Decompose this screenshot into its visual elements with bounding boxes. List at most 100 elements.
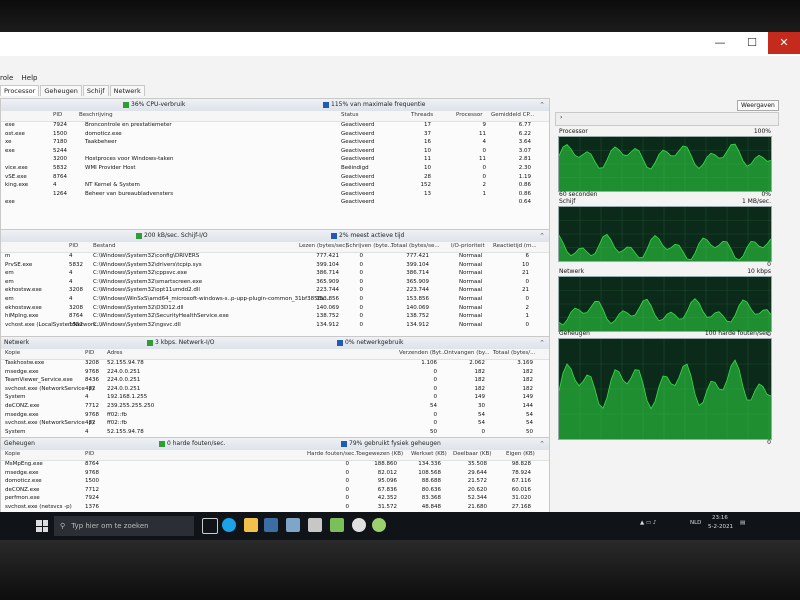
- table-row[interactable]: vchost.exe (LocalSystemNetwork... 1552 C:\…: [1, 322, 549, 331]
- table-row[interactable]: perfmon.exe 7924 0 42.352 83.368 52.344 31.020: [1, 495, 549, 504]
- col-address[interactable]: Adres: [107, 350, 123, 356]
- col-pid[interactable]: PID: [85, 451, 94, 457]
- table-row[interactable]: king.exe 4 NT Kernel & System Geactiveerd 15…: [1, 182, 549, 191]
- resource-monitor-icon[interactable]: [372, 518, 386, 532]
- table-row[interactable]: Taskhostw.exe 3208 52.155.94.78 1.106 2.062 3…: [1, 360, 549, 369]
- table-row[interactable]: hiMpIng.exe 8764 C:\Windows\System32\Secur…: [1, 313, 549, 322]
- collapse-arrow-icon[interactable]: ⌃: [539, 438, 545, 450]
- table-row[interactable]: m 4 C:\Windows\System32\config\DRIVERS 777.…: [1, 253, 549, 262]
- col-send[interactable]: Verzenden (Byt...: [399, 350, 446, 356]
- language-indicator[interactable]: NLD: [690, 520, 701, 526]
- table-row[interactable]: deCONZ.exe 7712 239.255.255.250 54 30 144: [1, 403, 549, 412]
- table-row[interactable]: svchost.exe (NetworkService -p) 472 ff02::…: [1, 420, 549, 429]
- table-row[interactable]: svchost.exe (netsvcs -p) 1376 0 31.572 48.84…: [1, 504, 549, 512]
- table-row[interactable]: 3200 Hostproces voor Windows-taken Geactiv…: [1, 156, 549, 165]
- tab-memory[interactable]: Geheugen: [40, 85, 82, 96]
- tab-processor[interactable]: Processor: [0, 85, 40, 96]
- memory-panel-header[interactable]: Geheugen 0 harde fouten/sec. 79% gebruik…: [1, 438, 549, 450]
- col-threads[interactable]: Threads: [411, 112, 433, 118]
- clock-time[interactable]: 23:16: [712, 515, 728, 521]
- app-icon[interactable]: [352, 518, 366, 532]
- table-row[interactable]: deCONZ.exe 7712 0 67.836 80.636 20.620 60.016: [1, 487, 549, 496]
- table-row[interactable]: svchost.exe (NetworkService -p) 472 224.0.…: [1, 386, 549, 395]
- col-write[interactable]: Schrijven (byte...: [346, 243, 393, 249]
- expand-arrow-icon[interactable]: ›: [560, 114, 562, 121]
- search-box[interactable]: ⚲ Typ hier om te zoeken: [54, 516, 194, 536]
- col-pid[interactable]: PID: [53, 112, 62, 118]
- col-receive[interactable]: Ontvangen (by...: [444, 350, 490, 356]
- collapse-arrow-icon[interactable]: ⌃: [539, 99, 545, 111]
- table-row[interactable]: exe 7924 Broncontrole en prestatiemeter Gea…: [1, 122, 549, 131]
- cell-prio: Normaal: [459, 261, 483, 268]
- table-row[interactable]: 1264 Beheer van bureaubladvensters Geactiv…: [1, 191, 549, 200]
- tab-network[interactable]: Netwerk: [109, 85, 145, 96]
- disk-panel-header[interactable]: 200 kB/sec. Schijf-I/O 2% meest actieve …: [1, 230, 549, 242]
- table-row[interactable]: ost.exe 1500 domoticz.exe Geactiveerd 37 11 6.…: [1, 131, 549, 140]
- views-button[interactable]: Weergaven: [737, 100, 779, 111]
- app-icon[interactable]: [308, 518, 322, 532]
- clock-date[interactable]: 5-2-2021: [708, 524, 733, 530]
- notification-icon[interactable]: ▤: [740, 520, 745, 526]
- graph-pane-header[interactable]: ›: [555, 112, 779, 126]
- table-row[interactable]: ekhostsw.exe 3208 C:\Windows\System32\opt1…: [1, 287, 549, 296]
- table-row[interactable]: vSE.exe 8764 Geactiveerd 28 0 1.19: [1, 174, 549, 183]
- cell-addr: ff02::fb: [107, 420, 127, 427]
- col-response-time[interactable]: Reactietijd (m...: [493, 243, 537, 249]
- app-icon[interactable]: [286, 518, 300, 532]
- col-shareable[interactable]: Deelbaar (KB): [453, 451, 491, 457]
- store-icon[interactable]: [264, 518, 278, 532]
- table-row[interactable]: ekhostsw.exe 3208 C:\Windows\System32\D3D1…: [1, 305, 549, 314]
- tab-disk[interactable]: Schijf: [82, 85, 109, 96]
- network-panel-header[interactable]: Netwerk 3 kbps. Netwerk-I/O 0% netwerkge…: [1, 337, 549, 349]
- cell-avg: 3.07: [518, 147, 531, 154]
- edge-icon[interactable]: [222, 518, 236, 532]
- col-hard-faults[interactable]: Harde fouten/sec.: [307, 451, 356, 457]
- col-description[interactable]: Beschrijving: [79, 112, 113, 118]
- table-row[interactable]: msedge.exe 9768 0 82.012 108.568 29.644 78.924: [1, 470, 549, 479]
- table-row[interactable]: xe 7180 Taakbeheer Geactiveerd 16 4 3.64: [1, 139, 549, 148]
- col-total[interactable]: Totaal (bytes/...: [493, 350, 535, 356]
- col-avg-cpu[interactable]: Gemiddeld CP...: [491, 112, 534, 118]
- table-row[interactable]: System 4 192.168.1.255 0 149 149: [1, 394, 549, 403]
- col-pid[interactable]: PID: [85, 350, 94, 356]
- close-icon[interactable]: ✕: [768, 32, 800, 54]
- col-private[interactable]: Eigen (KB): [506, 451, 535, 457]
- col-processor[interactable]: Processor: [456, 112, 483, 118]
- minimize-icon[interactable]: —: [704, 32, 736, 54]
- table-row[interactable]: em 4 C:\Windows\System32\cppsvc.exe 386.714…: [1, 270, 549, 279]
- collapse-arrow-icon[interactable]: ⌃: [539, 337, 545, 349]
- col-read[interactable]: Lezen (bytes/sec): [299, 243, 347, 249]
- table-row[interactable]: domoticz.exe 1500 0 95.096 88.688 21.572 67.11…: [1, 478, 549, 487]
- table-row[interactable]: TeamViewer_Service.exe 8436 224.0.0.251 0 18…: [1, 377, 549, 386]
- col-pid[interactable]: PID: [69, 243, 78, 249]
- start-icon[interactable]: [36, 520, 48, 532]
- app-icon[interactable]: [330, 518, 344, 532]
- table-row[interactable]: exe 5244 Geactiveerd 10 0 3.07: [1, 148, 549, 157]
- table-row[interactable]: PrvSE.exe 5832 C:\Windows\System32\drivers…: [1, 262, 549, 271]
- col-commit[interactable]: Toegewezen (KB): [356, 451, 403, 457]
- cpu-panel-header[interactable]: 36% CPU-verbruik 115% van maximale frequ…: [1, 99, 549, 111]
- task-view-icon[interactable]: [202, 518, 218, 534]
- collapse-arrow-icon[interactable]: ⌃: [539, 230, 545, 242]
- table-row[interactable]: vice.exe 5832 WMI Provider Host Beëindigd 10…: [1, 165, 549, 174]
- col-image[interactable]: Kopie: [5, 350, 20, 356]
- col-status[interactable]: Status: [341, 112, 359, 118]
- menu-item-partial[interactable]: role: [0, 74, 13, 82]
- table-row[interactable]: MsMpEng.exe 8764 0 188.860 134.336 35.508 98.8…: [1, 461, 549, 470]
- table-row[interactable]: em 4 C:\Windows\System32\smartscreen.exe 36…: [1, 279, 549, 288]
- table-row[interactable]: msedge.exe 9768 224.0.0.251 0 182 182: [1, 369, 549, 378]
- col-total[interactable]: Totaal (bytes/se...: [391, 243, 440, 249]
- menu-item-help[interactable]: Help: [22, 74, 38, 82]
- col-file[interactable]: Bestand: [93, 243, 116, 249]
- table-row[interactable]: exe Geactiveerd 0.64: [1, 199, 549, 208]
- file-explorer-icon[interactable]: [244, 518, 258, 532]
- cell-addr: 224.0.0.251: [107, 368, 141, 375]
- col-image[interactable]: Kopie: [5, 451, 20, 457]
- table-row[interactable]: msedge.exe 9768 ff02::fb 0 54 54: [1, 412, 549, 421]
- col-io-priority[interactable]: I/O-prioriteit: [451, 243, 485, 249]
- col-working-set[interactable]: Werkset (KB): [411, 451, 447, 457]
- tray-icons[interactable]: ▲ ▭ ♪: [640, 520, 656, 526]
- maximize-icon[interactable]: ☐: [736, 32, 768, 54]
- table-row[interactable]: em 4 C:\Windows\WinSxS\amd64_microsoft-win…: [1, 296, 549, 305]
- cell-total: 365.909: [406, 278, 429, 285]
